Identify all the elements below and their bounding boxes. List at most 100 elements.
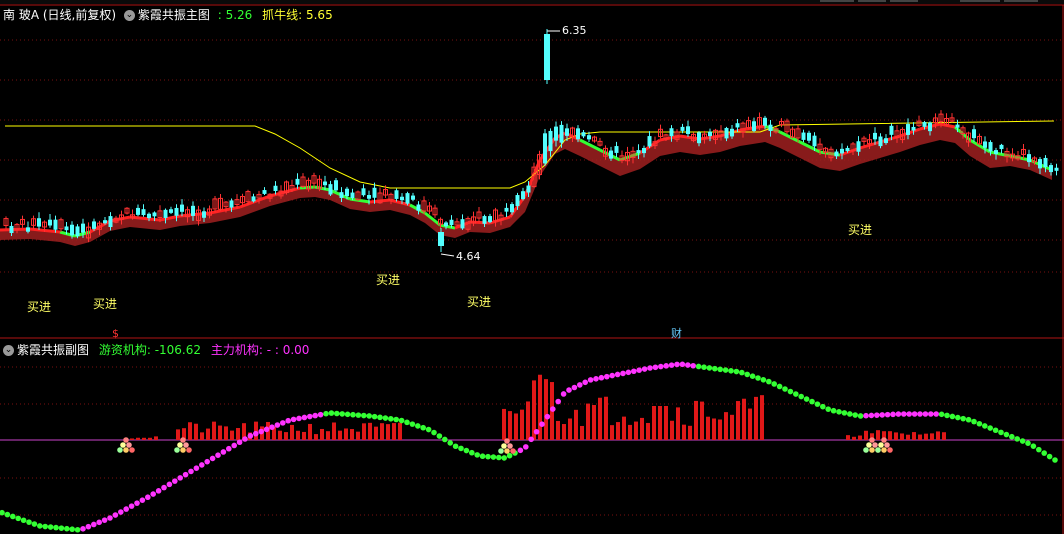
candle-body bbox=[994, 150, 998, 154]
oscillator-dot bbox=[868, 412, 875, 419]
oscillator-dot bbox=[377, 414, 383, 421]
oscillator-dot bbox=[744, 371, 750, 378]
oscillator-dot bbox=[479, 453, 486, 460]
oscillator-dot bbox=[814, 401, 821, 407]
candle-body bbox=[642, 147, 646, 154]
force-bar bbox=[652, 406, 656, 440]
candle-body bbox=[955, 124, 960, 128]
event-marker-dollar[interactable]: $ bbox=[112, 327, 119, 340]
oscillator-dot bbox=[879, 412, 885, 418]
candle-body bbox=[191, 205, 195, 216]
oscillator-dot bbox=[366, 413, 373, 419]
force-bar bbox=[906, 434, 910, 440]
force-bar bbox=[706, 416, 710, 440]
candle-body bbox=[53, 219, 58, 230]
oscillator-dot bbox=[398, 417, 405, 424]
oscillator-dot bbox=[334, 410, 340, 417]
candle-body bbox=[922, 122, 927, 127]
oscillator-dot bbox=[533, 428, 540, 435]
force-bar bbox=[284, 432, 288, 440]
oscillator-dot bbox=[182, 471, 189, 478]
oscillator-dot bbox=[728, 368, 734, 374]
candle-body bbox=[460, 219, 465, 229]
oscillator-dot bbox=[107, 515, 113, 521]
force-bar bbox=[682, 424, 686, 440]
oscillator-dot bbox=[69, 526, 75, 533]
force-bar bbox=[742, 398, 746, 440]
oscillator-dot bbox=[490, 454, 497, 460]
oscillator-dot bbox=[1052, 457, 1058, 463]
oscillator-dot bbox=[577, 382, 583, 388]
oscillator-dot bbox=[220, 449, 227, 455]
force-bar bbox=[356, 431, 360, 440]
candle-body bbox=[587, 135, 591, 140]
candle-body bbox=[75, 226, 80, 237]
collapse-sub-indicator-icon[interactable]: ⌄ bbox=[3, 344, 14, 356]
candle-body bbox=[504, 207, 509, 212]
oscillator-dot bbox=[647, 365, 653, 371]
force-bar bbox=[398, 422, 402, 440]
signal-dot bbox=[881, 447, 887, 453]
oscillator-dot bbox=[658, 363, 664, 370]
oscillator-dot bbox=[1009, 433, 1015, 440]
oscillator-dot bbox=[685, 362, 691, 368]
force-bar bbox=[200, 432, 204, 440]
force-bar bbox=[724, 412, 728, 440]
candle-body bbox=[92, 221, 96, 229]
force-bar bbox=[514, 413, 518, 440]
oscillator-dot bbox=[506, 452, 513, 459]
force-bar bbox=[136, 437, 140, 440]
candle-body bbox=[367, 195, 371, 199]
candle-body bbox=[636, 150, 641, 154]
force-bar bbox=[502, 408, 506, 440]
candle-body bbox=[581, 132, 586, 137]
oscillator-dot bbox=[317, 411, 324, 418]
oscillator-dot bbox=[787, 388, 794, 395]
oscillator-dot bbox=[555, 398, 561, 405]
sub-indicator-name[interactable]: 紫霞共振副图 bbox=[17, 341, 89, 359]
oscillator-dot bbox=[901, 411, 907, 417]
force-bar bbox=[236, 428, 240, 440]
oscillator-dot bbox=[350, 411, 356, 418]
signal-dot bbox=[507, 443, 513, 449]
oscillator-dot bbox=[701, 364, 707, 371]
main-indicator-name[interactable]: 紫霞共振主图 bbox=[138, 6, 210, 24]
force-bar bbox=[508, 411, 512, 440]
main-force-label: 主力机构: - : 0.00 bbox=[210, 343, 310, 357]
oscillator-dot bbox=[625, 369, 632, 376]
candle-body bbox=[999, 144, 1004, 150]
candle-body bbox=[444, 222, 448, 227]
oscillator-dot bbox=[425, 426, 432, 433]
oscillator-dot bbox=[323, 410, 329, 417]
oscillator-dot bbox=[242, 436, 248, 442]
oscillator-dot bbox=[253, 430, 259, 437]
oscillator-dot bbox=[987, 425, 993, 431]
oscillator-dot bbox=[717, 366, 723, 373]
signal-dot bbox=[504, 438, 510, 444]
candle-body bbox=[350, 192, 355, 199]
oscillator-dot bbox=[976, 420, 983, 427]
force-bar bbox=[718, 419, 722, 440]
oscillator-dot bbox=[722, 367, 729, 373]
candle-body bbox=[972, 129, 976, 139]
oscillator-dot bbox=[344, 411, 351, 418]
force-bar bbox=[936, 431, 940, 440]
force-bar bbox=[852, 436, 856, 440]
oscillator-dot bbox=[857, 413, 864, 419]
signal-dot bbox=[129, 447, 135, 453]
force-bar bbox=[586, 403, 590, 440]
oscillator-dot bbox=[123, 506, 129, 512]
high-price-label: 6.35 bbox=[562, 24, 587, 37]
signal-dot bbox=[180, 437, 186, 443]
event-marker-finance[interactable]: 财 bbox=[671, 325, 682, 341]
force-bar bbox=[368, 422, 372, 440]
candle-body bbox=[752, 121, 756, 131]
candle-body bbox=[26, 227, 30, 232]
kline-chart-canvas[interactable] bbox=[0, 0, 1064, 534]
oscillator-dot bbox=[566, 387, 572, 393]
collapse-main-indicator-icon[interactable]: ⌄ bbox=[123, 9, 135, 21]
oscillator-dot bbox=[172, 478, 178, 484]
oscillator-dot bbox=[42, 523, 48, 530]
force-bar bbox=[894, 432, 898, 440]
oscillator-dot bbox=[101, 517, 108, 523]
